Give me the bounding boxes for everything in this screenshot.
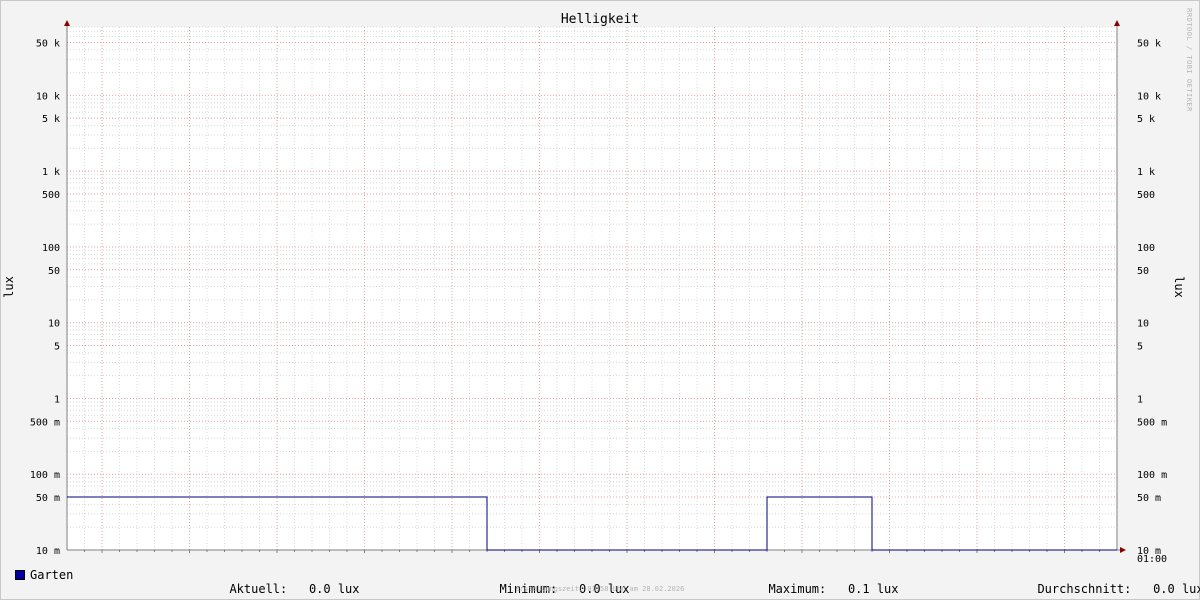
y-tick-label-right: 50 [1137,266,1149,277]
right-axis-arrow-icon [1114,20,1120,26]
y-tick-label-left: 10 m [36,546,60,557]
y-tick-label-left: 10 [48,319,60,330]
chart: 50 k 50 k10 k 10 k5 k5 k1 k1 k500 500100 100… [2,8,1193,565]
y-tick-label-left: 50 [48,266,60,277]
watermark-text: RRDTOOL / TOBI OETIKER [1185,8,1193,112]
y-tick-label-right: 50 k [1137,38,1161,49]
y-tick-label-left: 10 k [36,91,60,102]
y-tick-label-right: 100 [1137,243,1155,254]
y-tick-label-right: 5 [1137,342,1143,353]
y-tick-label-right: 500 m [1137,417,1167,428]
chart-title: Helligkeit [561,12,639,27]
legend-series-name: Garten [30,568,74,582]
x-tick-label: 01:00 [1137,554,1167,565]
x-axis-arrow-icon [1120,547,1126,553]
y-tick-label-left: 100 m [30,470,60,481]
y-axis-label-right: lux [1172,276,1186,298]
y-tick-label-left: 500 m [30,417,60,428]
y-axis-label-left: lux [2,276,16,298]
y-tick-label-right: 1 k [1137,167,1155,178]
y-tick-label-left: 500 [42,190,60,201]
y-tick-label-left: 1 [54,394,60,405]
y-tick-label-left: 100 [42,243,60,254]
y-tick-label-left: 50 m [36,493,60,504]
y-tick-label-right: 10 k [1137,91,1161,102]
y-tick-label-right: 5 k [1137,114,1155,125]
legend-swatch [15,570,25,580]
footer-timestamp: Erstellungszeit: 01:58 Uhr am 28.02.2026 [515,585,685,593]
y-tick-label-left: 50 k [36,38,60,49]
y-tick-label-right: 10 [1137,319,1149,330]
y-tick-label-right: 50 m [1137,493,1161,504]
y-tick-label-left: 5 k [42,114,60,125]
left-axis-arrow-icon [64,20,70,26]
y-tick-label-right: 500 [1137,190,1155,201]
y-tick-label-right: 100 m [1137,470,1167,481]
y-tick-label-left: 1 k [42,167,60,178]
y-tick-label-right: 1 [1137,394,1143,405]
y-tick-label-left: 5 [54,342,60,353]
